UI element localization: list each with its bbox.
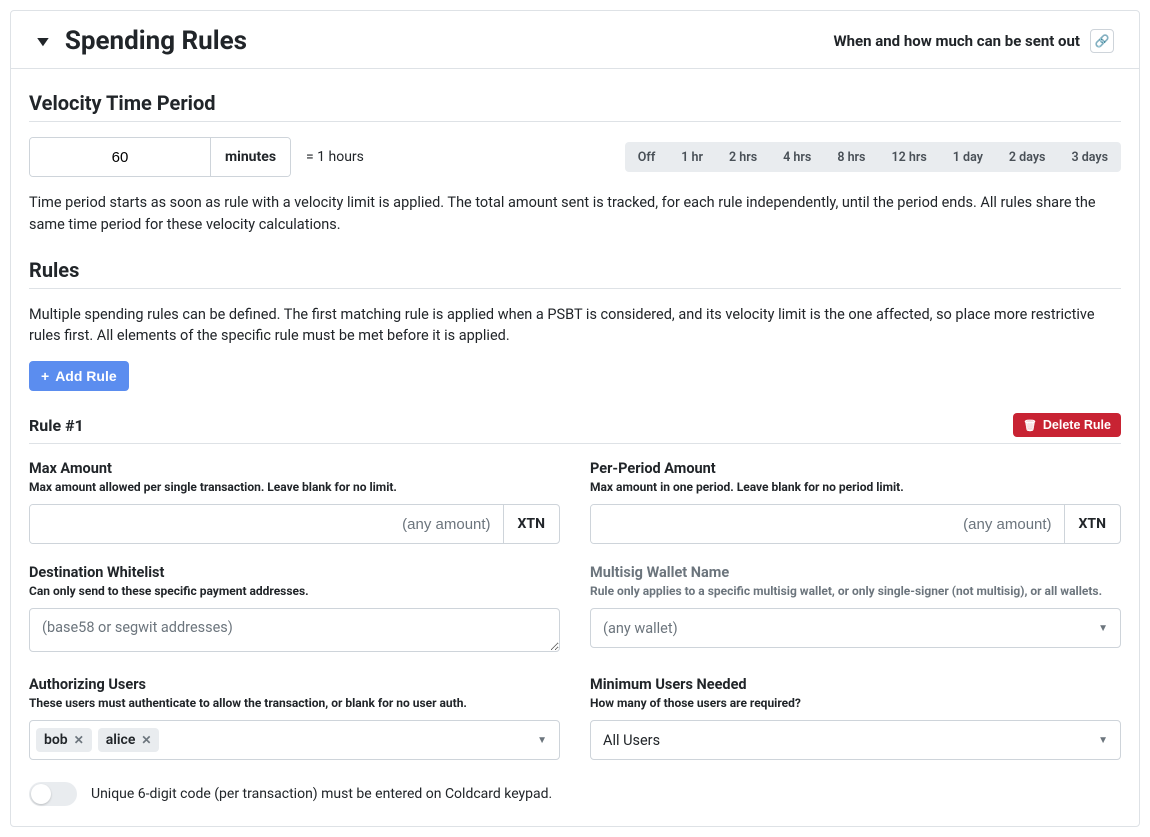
per-period-input[interactable] [591,505,1064,543]
multisig-value: (any wallet) [603,620,678,637]
auth-users-field: Authorizing Users These users must authe… [29,676,560,760]
unique-code-label: Unique 6-digit code (per transaction) mu… [91,786,552,802]
auth-users-label: Authorizing Users [29,676,560,693]
multisig-label: Multisig Wallet Name [590,564,1121,581]
trash-icon [1023,418,1037,432]
preset-2hrs[interactable]: 2 hrs [716,142,770,172]
panel-header: ▼ Spending Rules When and how much can b… [11,11,1139,69]
chevron-down-icon: ▼ [537,735,547,746]
min-users-sub: How many of those users are required? [590,696,1121,710]
max-amount-sub: Max amount allowed per single transactio… [29,480,560,494]
user-tag-alice: alice ✕ [98,728,160,752]
per-period-unit: XTN [1064,505,1120,543]
preset-off[interactable]: Off [625,142,669,172]
min-users-field: Minimum Users Needed How many of those u… [590,676,1121,760]
toggle-knob [31,784,51,804]
preset-8hrs[interactable]: 8 hrs [824,142,878,172]
velocity-presets: Off 1 hr 2 hrs 4 hrs 8 hrs 12 hrs 1 day … [625,142,1121,172]
min-users-select[interactable]: All Users ▼ [590,720,1121,760]
user-tag-label: alice [106,732,136,748]
rules-description: Multiple spending rules can be defined. … [29,304,1121,348]
panel-title: Spending Rules [65,26,247,56]
max-amount-unit: XTN [503,505,559,543]
velocity-equals-text: = 1 hours [306,149,364,165]
preset-2days[interactable]: 2 days [996,142,1059,172]
whitelist-sub: Can only send to these specific payment … [29,584,560,598]
auth-users-sub: These users must authenticate to allow t… [29,696,560,710]
permalink-button[interactable]: 🔗 [1090,29,1114,53]
multisig-field: Multisig Wallet Name Rule only applies t… [590,564,1121,656]
whitelist-label: Destination Whitelist [29,564,560,581]
multisig-sub: Rule only applies to a specific multisig… [590,584,1121,598]
velocity-heading: Velocity Time Period [29,91,1121,122]
user-tag-label: bob [44,732,68,748]
spending-rules-panel: ▼ Spending Rules When and how much can b… [10,10,1140,827]
velocity-description: Time period starts as soon as rule with … [29,192,1121,236]
min-users-value: All Users [603,732,660,749]
plus-icon [41,368,49,384]
whitelist-field: Destination Whitelist Can only send to t… [29,564,560,656]
velocity-input-group: minutes [29,137,291,177]
per-period-sub: Max amount in one period. Leave blank fo… [590,480,1121,494]
add-rule-button[interactable]: Add Rule [29,361,129,391]
rules-heading: Rules [29,258,1121,289]
max-amount-input[interactable] [30,505,503,543]
preset-4hrs[interactable]: 4 hrs [770,142,824,172]
per-period-label: Per-Period Amount [590,460,1121,477]
preset-3days[interactable]: 3 days [1058,142,1121,172]
velocity-unit-label: minutes [210,138,290,176]
delete-rule-button[interactable]: Delete Rule [1013,413,1121,437]
chevron-down-icon: ▼ [1098,623,1108,634]
rule-1-title: Rule #1 [29,416,84,435]
per-period-field: Per-Period Amount Max amount in one peri… [590,460,1121,544]
preset-1hr[interactable]: 1 hr [668,142,716,172]
max-amount-label: Max Amount [29,460,560,477]
preset-12hrs[interactable]: 12 hrs [878,142,939,172]
max-amount-field: Max Amount Max amount allowed per single… [29,460,560,544]
delete-rule-label: Delete Rule [1043,418,1111,432]
min-users-label: Minimum Users Needed [590,676,1121,693]
multisig-select[interactable]: (any wallet) ▼ [590,608,1121,648]
add-rule-label: Add Rule [55,368,116,384]
chevron-down-icon: ▼ [1098,735,1108,746]
link-icon: 🔗 [1095,34,1110,48]
collapse-icon[interactable]: ▼ [33,33,52,50]
velocity-value-input[interactable] [30,138,210,176]
user-tag-bob: bob ✕ [36,728,92,752]
panel-subtitle: When and how much can be sent out [833,32,1080,50]
remove-tag-icon[interactable]: ✕ [74,733,84,747]
preset-1day[interactable]: 1 day [940,142,996,172]
remove-tag-icon[interactable]: ✕ [141,733,151,747]
auth-users-select[interactable]: bob ✕ alice ✕ ▼ [29,720,560,760]
whitelist-textarea[interactable] [29,608,560,652]
